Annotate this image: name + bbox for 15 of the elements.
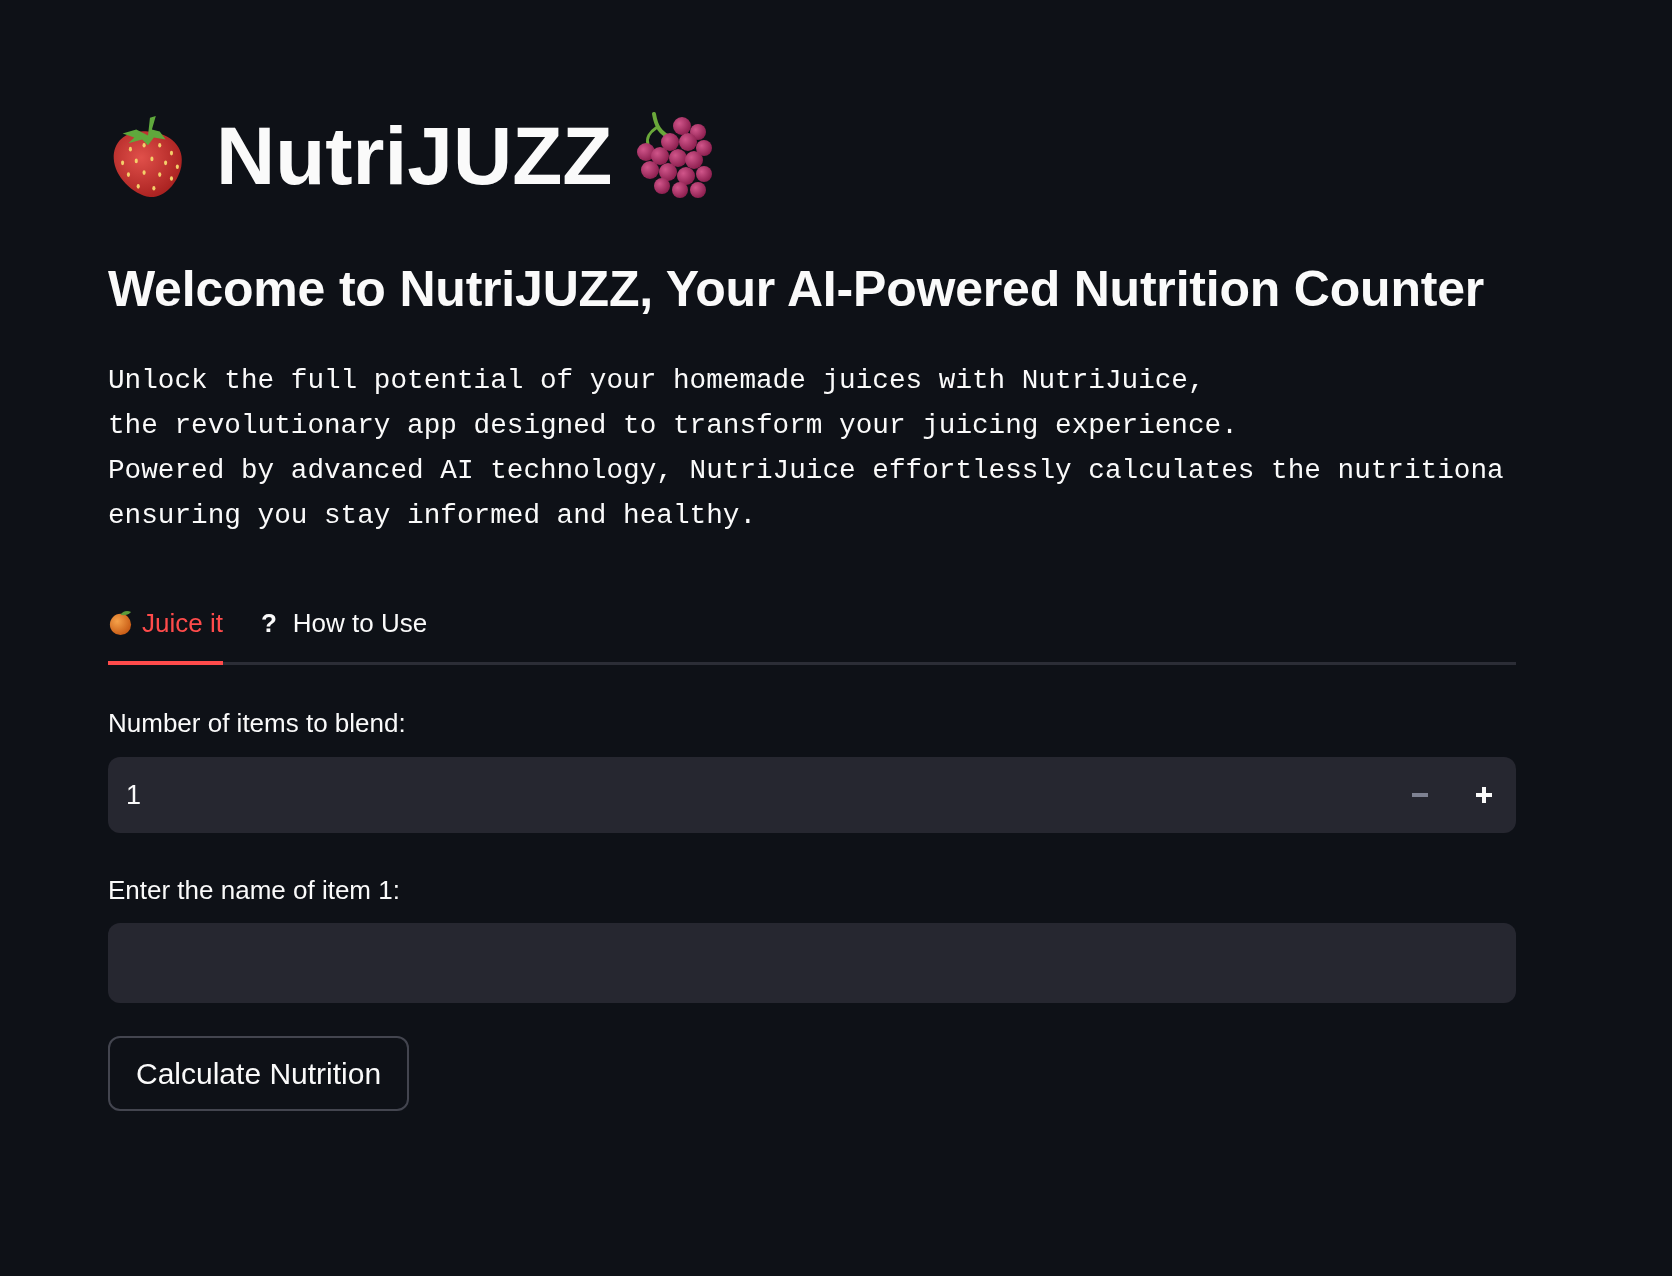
citrus-fruit-icon [108, 610, 133, 636]
page-heading: Welcome to NutriJUZZ, Your AI-Powered Nutrition Counter [108, 262, 1486, 316]
intro-text: Unlock the full potential of your homemade juices with NutriJuice, the revolutionary app designed to transform your juicing experience. Powered by advanced AI technology, NutriJuice effortlessly calculates the nutritiona ensuring you stay informed and healthy. [108, 364, 1505, 533]
field-label: Enter the name of item 1: [108, 875, 401, 905]
minus-icon [1412, 793, 1428, 797]
tab[interactable]: ? How to Use [260, 603, 428, 665]
number-input-field[interactable]: 1 [108, 757, 1388, 833]
tab[interactable]: Juice it [108, 603, 223, 665]
text-input-field[interactable] [108, 923, 1516, 1003]
field-label: Number of items to blend: [108, 708, 407, 738]
increment-button[interactable] [1452, 757, 1516, 833]
app-title: NutriJUZZ [216, 115, 613, 197]
calculate-button[interactable]: Calculate Nutrition [108, 1036, 410, 1111]
question-mark-icon: ? [260, 607, 277, 639]
plus-icon [1476, 787, 1492, 803]
